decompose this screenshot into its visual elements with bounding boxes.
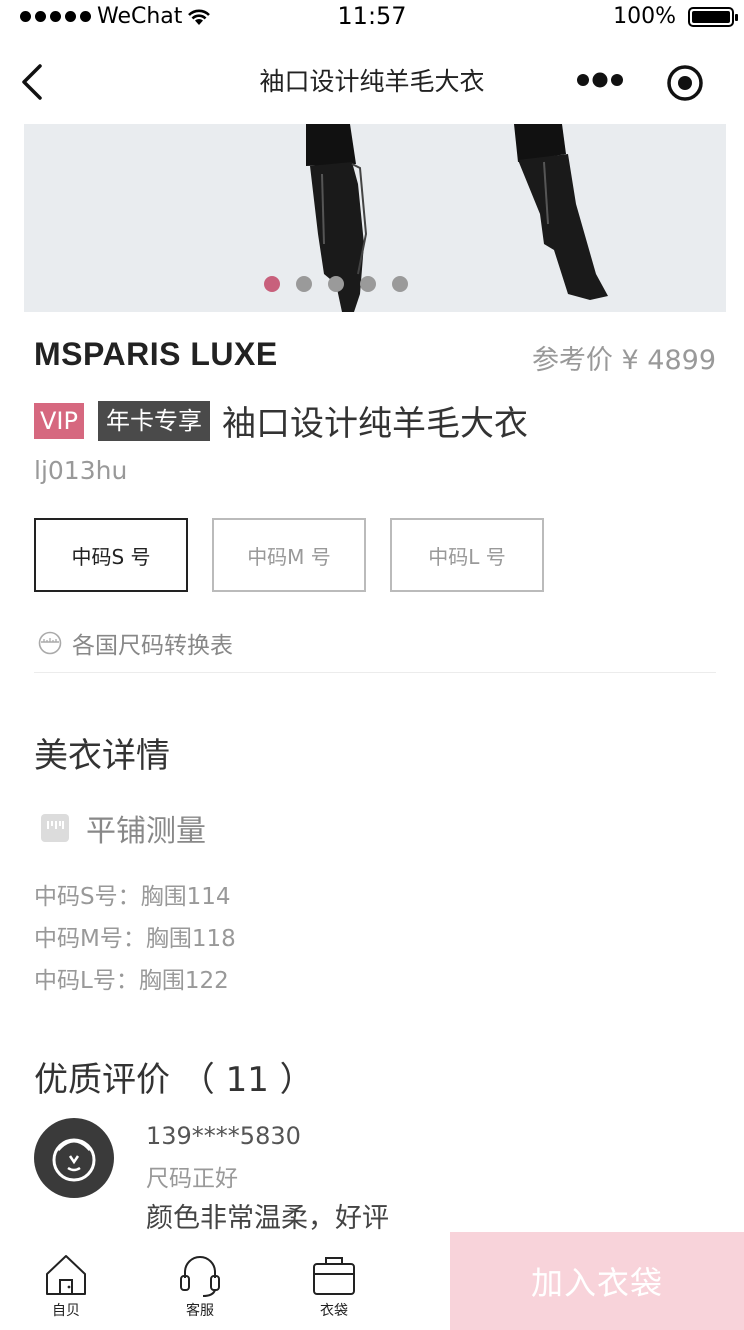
carousel-dot[interactable] — [328, 276, 344, 292]
brand-name: MSPARIS LUXE — [34, 336, 278, 372]
review-username: 139****5830 — [146, 1122, 301, 1150]
size-chart-label: 各国尺码转换表 — [72, 633, 233, 659]
product-title: 袖口设计纯羊毛大衣 — [221, 404, 528, 444]
carousel-indicators — [24, 276, 726, 292]
close-miniprogram-icon[interactable] — [664, 62, 706, 104]
battery-status: 100% — [613, 4, 738, 29]
measure-method: 平铺测量 — [40, 806, 206, 850]
tab-home[interactable]: 自贝 — [26, 1252, 106, 1320]
product-sku: lj013hu — [34, 456, 128, 485]
size-option-l[interactable]: 中码L 号 — [390, 518, 544, 592]
page-title: 袖口设计纯羊毛大衣 — [259, 67, 485, 96]
vip-badge: VIP — [34, 402, 84, 439]
size-option-s[interactable]: 中码S 号 — [34, 518, 188, 592]
ruler-icon — [38, 631, 62, 655]
more-options-icon[interactable] — [574, 68, 626, 92]
measurement-line: 中码S号：胸围114 — [34, 884, 231, 910]
status-bar: WeChat 11:57 100% — [0, 0, 744, 34]
tab-customer-service[interactable]: 客服 — [160, 1252, 240, 1320]
size-selector: 中码S 号 中码M 号 中码L 号 — [34, 518, 544, 592]
shopping-bag-icon — [313, 1257, 355, 1295]
review-fit: 尺码正好 — [146, 1166, 238, 1192]
home-icon — [46, 1255, 86, 1295]
tab-service-label: 客服 — [186, 1303, 214, 1319]
tab-bag-label: 衣袋 — [320, 1303, 348, 1319]
product-image-carousel[interactable] — [24, 124, 726, 312]
user-face-icon — [52, 1138, 96, 1182]
battery-percent: 100% — [613, 4, 676, 29]
size-chart-link[interactable]: 各国尺码转换表 — [38, 626, 233, 660]
measurement-list: 中码S号：胸围114 中码M号：胸围118 中码L号：胸围122 — [34, 876, 236, 1002]
measure-tape-icon — [41, 814, 69, 842]
measurement-line: 中码M号：胸围118 — [34, 926, 236, 952]
tab-bag[interactable]: 衣袋 — [294, 1252, 374, 1320]
reference-price: 参考价 ¥ 4899 — [531, 345, 716, 376]
carousel-dot[interactable] — [360, 276, 376, 292]
details-section-title: 美衣详情 — [34, 736, 170, 776]
reviews-section-title: 优质评价 （ 11 ） — [34, 1060, 314, 1100]
headset-icon — [180, 1256, 220, 1297]
add-to-bag-button[interactable]: 加入衣袋 — [450, 1232, 744, 1330]
annual-card-badge: 年卡专享 — [97, 400, 210, 441]
bottom-action-bar: 自贝 客服 衣袋 加入衣袋 — [0, 1232, 744, 1330]
size-option-m[interactable]: 中码M 号 — [212, 518, 366, 592]
carousel-dot[interactable] — [392, 276, 408, 292]
battery-icon — [688, 6, 738, 27]
avatar — [34, 1118, 114, 1198]
measurement-line: 中码L号：胸围122 — [34, 968, 229, 994]
tab-home-label: 自贝 — [52, 1303, 80, 1319]
carousel-dot[interactable] — [296, 276, 312, 292]
product-title-row: VIP 年卡专享 袖口设计纯羊毛大衣 — [34, 396, 528, 445]
review-text: 颜色非常温柔，好评 — [146, 1203, 389, 1234]
measure-label: 平铺测量 — [86, 814, 206, 849]
navigation-bar: 袖口设计纯羊毛大衣 — [0, 40, 744, 124]
divider — [34, 672, 716, 673]
carousel-dot[interactable] — [264, 276, 280, 292]
